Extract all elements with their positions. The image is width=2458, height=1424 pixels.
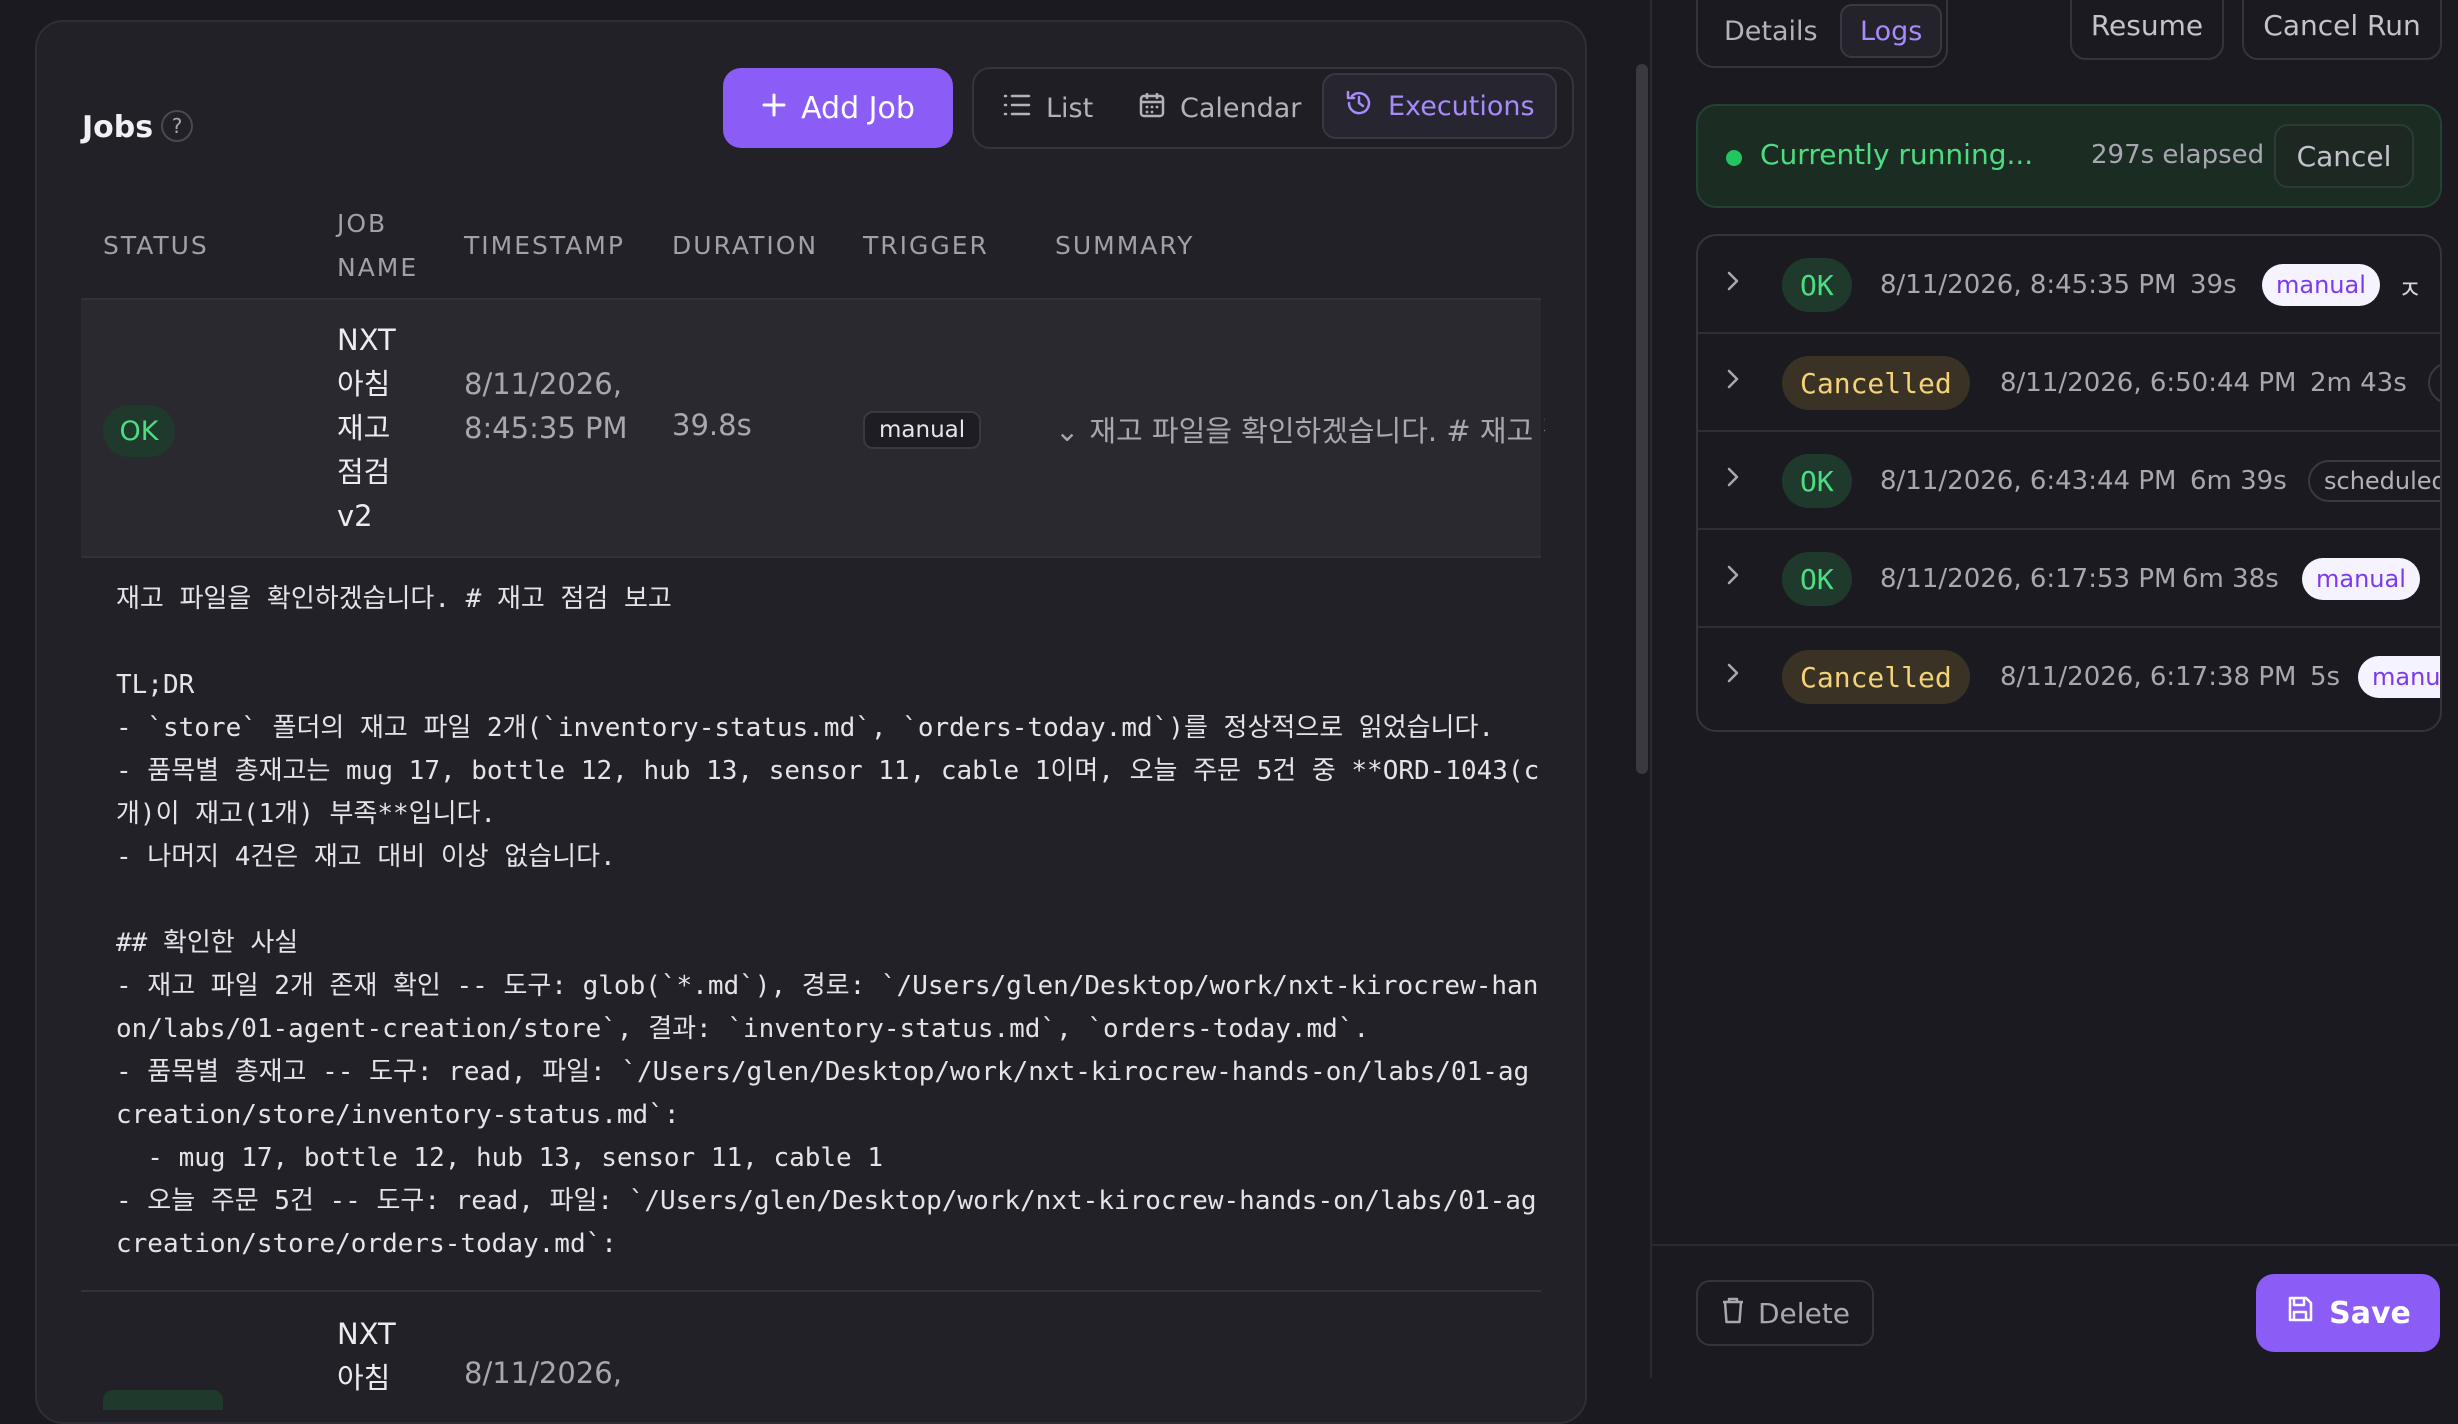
help-icon[interactable]: ?	[161, 110, 193, 142]
view-executions-label: Executions	[1388, 90, 1535, 122]
history-timestamp: 8/11/2026, 6:43:44 PM	[1880, 466, 2177, 496]
delete-label: Delete	[1758, 1296, 1850, 1330]
trigger-badge: manual	[2358, 656, 2440, 698]
execution-output: 재고 파일을 확인하겠습니다. # 재고 점검 보고 TL;DR - `stor…	[81, 556, 1541, 1268]
job-name-cell: NXT 아침	[337, 1317, 396, 1395]
elapsed-time: 297s elapsed	[2091, 140, 2265, 170]
running-dot-icon	[1726, 150, 1742, 166]
history-duration: 5s	[2310, 662, 2341, 692]
view-list-label: List	[1046, 92, 1094, 124]
trigger-badge: scheduled	[2308, 460, 2440, 502]
column-header-trigger[interactable]: TRIGGER	[863, 224, 989, 268]
job-name-cell: NXT 아침 재고 점검 v2	[337, 323, 396, 533]
cancel-run-button[interactable]: Cancel Run	[2242, 0, 2442, 60]
column-header-summary[interactable]: SUMMARY	[1055, 224, 1194, 268]
history-timestamp: 8/11/2026, 6:17:53 PM	[1880, 564, 2177, 594]
column-header-job-name[interactable]: JOB NAME	[337, 202, 427, 290]
chevron-right-icon[interactable]	[1724, 562, 1742, 594]
jobs-panel: Jobs ? Add Job List Calendar Executions	[35, 20, 1587, 1424]
tab-details[interactable]: Details	[1724, 4, 1818, 58]
timestamp-cell: 8/11/2026,	[464, 1356, 622, 1390]
save-icon	[2285, 1294, 2315, 1332]
save-label: Save	[2329, 1295, 2411, 1331]
chevron-right-icon[interactable]	[1724, 268, 1742, 300]
status-badge: Cancelled	[1782, 650, 1970, 704]
chevron-right-icon[interactable]	[1724, 366, 1742, 398]
column-header-status[interactable]: STATUS	[103, 224, 209, 268]
status-badge: Cancelled	[1782, 356, 1970, 410]
resume-button[interactable]: Resume	[2070, 0, 2224, 60]
tab-logs[interactable]: Logs	[1840, 4, 1943, 58]
timestamp-cell: 8/11/2026, 8:45:35 PM	[464, 367, 628, 445]
list-icon	[1002, 92, 1032, 125]
status-badge	[103, 1390, 223, 1410]
trigger-badge: manual	[2262, 264, 2380, 306]
page-title: Jobs	[82, 110, 154, 145]
detail-tabs: Details Logs	[1696, 0, 1948, 68]
history-timestamp: 8/11/2026, 8:45:35 PM	[1880, 270, 2177, 300]
footer-divider	[1652, 1244, 2458, 1246]
plus-icon	[761, 91, 787, 126]
delete-button[interactable]: Delete	[1696, 1280, 1874, 1346]
panel-divider	[1650, 0, 1652, 1378]
history-row[interactable]: OK 8/11/2026, 8:45:35 PM 39s manual ㅈ	[1698, 236, 2440, 334]
running-text: Currently running...	[1760, 138, 2034, 171]
status-badge: OK	[1782, 454, 1852, 508]
chevron-down-icon[interactable]: ⌄	[1055, 414, 1079, 448]
execution-history: OK 8/11/2026, 8:45:35 PM 39s manual ㅈ Ca…	[1696, 234, 2442, 732]
summary-cell[interactable]: ⌄ 재고 파일을 확인하겠습니다. # 재고 점검 보고	[1055, 408, 1545, 450]
history-duration: 6m 38s	[2182, 564, 2279, 594]
history-duration: 2m 43s	[2310, 368, 2407, 398]
view-list-button[interactable]: List	[1002, 69, 1093, 147]
view-switch: List Calendar Executions	[972, 67, 1574, 149]
view-calendar-button[interactable]: Calendar	[1138, 69, 1301, 147]
row-divider	[81, 1290, 1541, 1292]
history-icon	[1344, 88, 1374, 125]
status-badge: OK	[103, 405, 175, 457]
view-calendar-label: Calendar	[1180, 92, 1302, 124]
chevron-right-icon[interactable]	[1724, 464, 1742, 496]
view-executions-button[interactable]: Executions	[1322, 73, 1557, 139]
save-button[interactable]: Save	[2256, 1274, 2440, 1352]
history-duration: 39s	[2190, 270, 2237, 300]
add-job-button[interactable]: Add Job	[723, 68, 953, 148]
history-row[interactable]: OK 8/11/2026, 6:17:53 PM 6m 38s manual	[1698, 530, 2440, 628]
status-badge: OK	[1782, 258, 1852, 312]
history-duration: 6m 39s	[2190, 466, 2287, 496]
history-extra: ㅈ	[2398, 276, 2422, 306]
column-header-duration[interactable]: DURATION	[672, 224, 818, 268]
add-job-label: Add Job	[801, 90, 915, 126]
running-status: Currently running... 297s elapsed Cancel	[1696, 104, 2442, 208]
column-header-timestamp[interactable]: TIMESTAMP	[464, 224, 625, 268]
chevron-right-icon[interactable]	[1724, 660, 1742, 692]
history-row[interactable]: Cancelled 8/11/2026, 6:17:38 PM 5s manua…	[1698, 628, 2440, 726]
trigger-badge	[2428, 362, 2440, 404]
history-timestamp: 8/11/2026, 6:17:38 PM	[2000, 662, 2297, 692]
cancel-button[interactable]: Cancel	[2274, 124, 2414, 188]
duration-cell: 39.8s	[672, 408, 752, 442]
calendar-icon	[1138, 91, 1166, 126]
status-badge: OK	[1782, 552, 1852, 606]
summary-text: 재고 파일을 확인하겠습니다. # 재고 점검 보고	[1089, 414, 1545, 448]
history-row[interactable]: Cancelled 8/11/2026, 6:50:44 PM 2m 43s	[1698, 334, 2440, 432]
history-timestamp: 8/11/2026, 6:50:44 PM	[2000, 368, 2297, 398]
scrollbar[interactable]	[1636, 64, 1648, 774]
output-text: 재고 파일을 확인하겠습니다. # 재고 점검 보고 TL;DR - `stor…	[116, 584, 1540, 1259]
trash-icon	[1720, 1295, 1746, 1332]
trigger-badge: manual	[2302, 558, 2420, 600]
trigger-badge: manual	[863, 411, 982, 449]
history-row[interactable]: OK 8/11/2026, 6:43:44 PM 6m 39s schedule…	[1698, 432, 2440, 530]
